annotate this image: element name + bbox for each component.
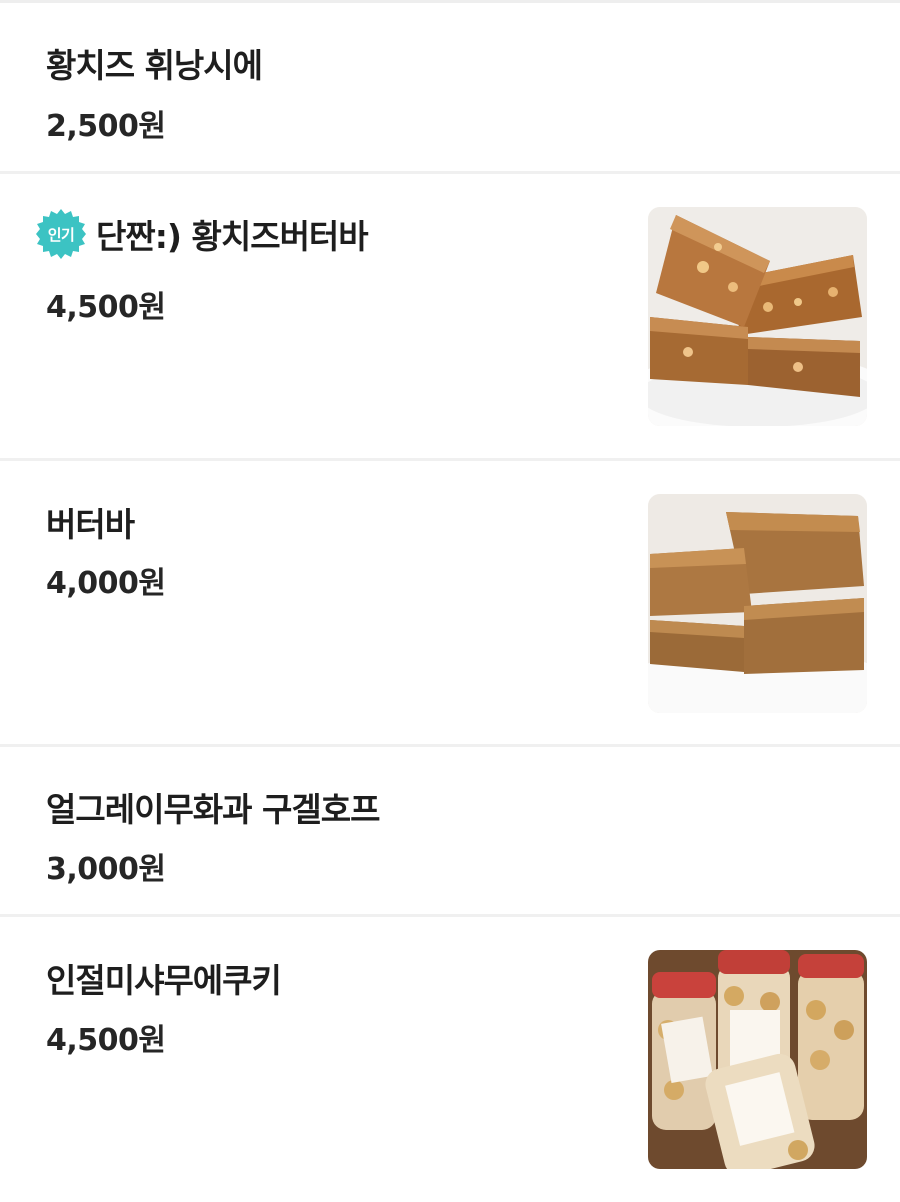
menu-item[interactable]: 황치즈 휘낭시에 2,500원 xyxy=(0,3,900,174)
item-name-row: 인기 단짠:) 황치즈버터바 xyxy=(36,207,369,261)
menu-item[interactable]: 얼그레이무화과 구겔호프 3,000원 xyxy=(0,747,900,917)
cookie-jars-photo[interactable] xyxy=(648,950,867,1169)
menu-item[interactable]: 인기 단짠:) 황치즈버터바 4,500원 xyxy=(0,174,900,461)
item-name-row: 황치즈 휘낭시에 xyxy=(46,39,263,87)
item-name: 버터바 xyxy=(46,505,135,544)
item-name: 단짠:) 황치즈버터바 xyxy=(96,217,369,256)
item-name-row: 버터바 xyxy=(46,498,135,546)
item-name: 얼그레이무화과 구겔호프 xyxy=(46,790,380,829)
item-name-row: 인절미샤무에쿠키 xyxy=(46,954,282,1002)
menu-item[interactable]: 버터바 4,000원 xyxy=(0,461,900,747)
item-price: 4,000원 xyxy=(46,566,166,601)
item-name: 황치즈 휘낭시에 xyxy=(46,46,263,85)
butter-bar-photo[interactable] xyxy=(648,494,867,713)
item-price: 2,500원 xyxy=(46,109,166,144)
item-price: 3,000원 xyxy=(46,852,166,887)
popular-badge: 인기 xyxy=(34,207,88,261)
item-price: 4,500원 xyxy=(46,290,166,325)
menu-list: 황치즈 휘낭시에 2,500원 인기 단짠:) 황치즈버터바 4,500원 버터… xyxy=(0,3,900,1199)
menu-item[interactable]: 인절미샤무에쿠키 4,500원 xyxy=(0,917,900,1199)
cheese-butter-bar-photo[interactable] xyxy=(648,207,867,426)
item-name: 인절미샤무에쿠키 xyxy=(46,961,282,1000)
item-price: 4,500원 xyxy=(46,1023,166,1058)
popular-badge-label: 인기 xyxy=(47,225,75,244)
item-name-row: 얼그레이무화과 구겔호프 xyxy=(46,783,380,831)
